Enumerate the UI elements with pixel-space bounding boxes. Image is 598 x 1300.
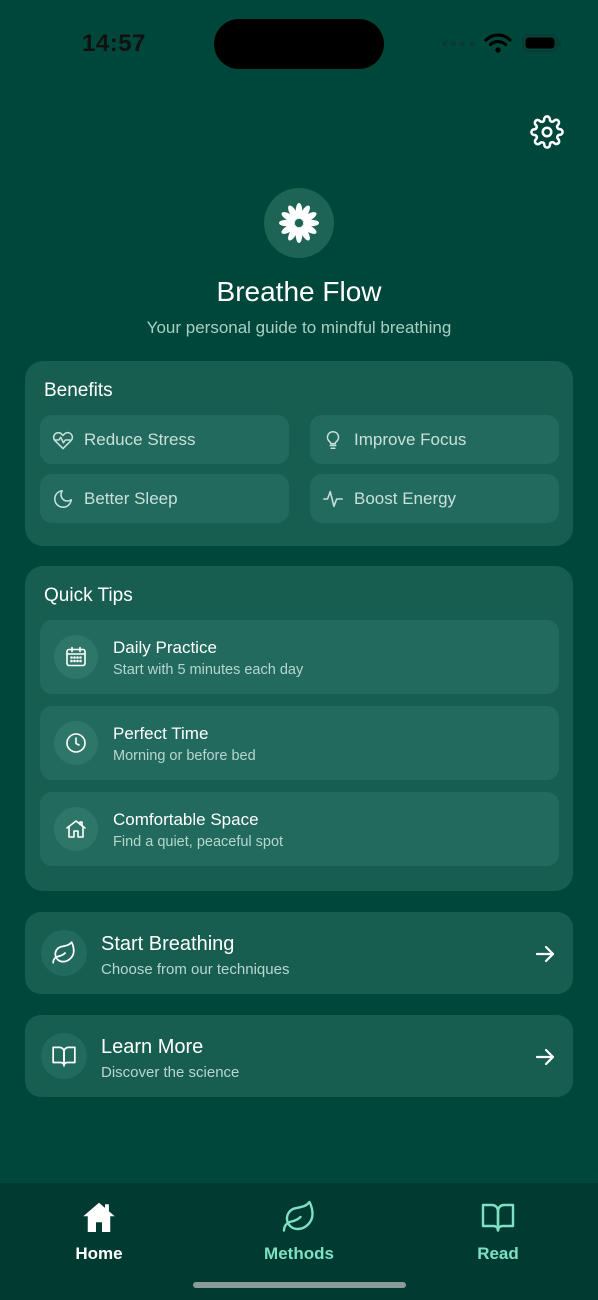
status-icons (442, 33, 562, 53)
tip-comfortable-space[interactable]: Comfortable Space Find a quiet, peaceful… (40, 792, 559, 866)
tip-icon-circle (54, 807, 98, 851)
benefit-label: Improve Focus (354, 429, 467, 449)
status-bar: 14:57 (0, 0, 598, 90)
leaf-icon (52, 941, 75, 964)
book-icon (52, 1046, 76, 1067)
moon-icon (54, 489, 73, 508)
learn-more-button[interactable]: Learn More Discover the science (25, 1015, 573, 1097)
clock-icon (66, 733, 86, 753)
leaf-icon (282, 1200, 314, 1232)
tip-icon-circle (54, 635, 98, 679)
dynamic-island (214, 19, 384, 69)
tip-perfect-time[interactable]: Perfect Time Morning or before bed (40, 706, 559, 780)
app-title: Breathe Flow (216, 276, 382, 307)
benefit-label: Better Sleep (84, 488, 178, 508)
benefit-better-sleep[interactable]: Better Sleep (40, 474, 289, 523)
app-logo (264, 188, 334, 258)
home-indicator (193, 1282, 406, 1288)
tip-title: Perfect Time (113, 724, 209, 743)
action-title: Start Breathing (101, 933, 235, 955)
sparkle-flower-icon (279, 203, 319, 243)
benefit-improve-focus[interactable]: Improve Focus (310, 415, 559, 464)
status-time: 14:57 (82, 30, 146, 57)
tip-title: Daily Practice (113, 638, 217, 657)
tab-label: Read (477, 1244, 519, 1263)
benefit-reduce-stress[interactable]: Reduce Stress (40, 415, 289, 464)
tab-methods[interactable]: Methods (229, 1191, 369, 1263)
tip-subtitle: Start with 5 minutes each day (113, 662, 304, 678)
tip-subtitle: Find a quiet, peaceful spot (113, 834, 284, 850)
tab-label: Home (75, 1244, 123, 1263)
arrow-right-icon (535, 945, 555, 963)
battery-icon (522, 34, 561, 52)
tip-icon-circle (54, 721, 98, 765)
heart-pulse-icon (52, 431, 74, 449)
quick-tips-title: Quick Tips (44, 585, 133, 606)
action-icon-circle (41, 1033, 87, 1079)
app-subtitle: Your personal guide to mindful breathing (146, 318, 452, 337)
tip-daily-practice[interactable]: Daily Practice Start with 5 minutes each… (40, 620, 559, 694)
quick-tips-card: Quick Tips Daily Practice Start with 5 m… (25, 566, 573, 891)
benefits-title: Benefits (44, 380, 113, 401)
tab-label: Methods (264, 1244, 334, 1263)
tab-home[interactable]: Home (29, 1191, 169, 1263)
action-subtitle: Discover the science (101, 1064, 240, 1081)
action-icon-circle (41, 930, 87, 976)
action-title: Learn More (101, 1036, 204, 1058)
wifi-icon (484, 33, 512, 53)
home-icon (83, 1202, 115, 1232)
start-breathing-button[interactable]: Start Breathing Choose from our techniqu… (25, 912, 573, 994)
calendar-icon (66, 646, 86, 667)
tip-title: Comfortable Space (113, 810, 259, 829)
tab-read[interactable]: Read (428, 1191, 568, 1263)
settings-button[interactable] (530, 115, 564, 149)
cellular-signal-icon (442, 40, 474, 46)
benefit-boost-energy[interactable]: Boost Energy (310, 474, 559, 523)
book-icon (481, 1203, 515, 1232)
gear-icon (530, 115, 564, 149)
benefit-label: Boost Energy (354, 488, 457, 508)
activity-icon (323, 490, 343, 507)
action-subtitle: Choose from our techniques (101, 961, 290, 978)
lightbulb-icon (326, 430, 340, 449)
arrow-right-icon (535, 1048, 555, 1066)
benefit-label: Reduce Stress (84, 429, 196, 449)
home-icon (66, 820, 86, 838)
tip-subtitle: Morning or before bed (113, 748, 256, 764)
benefits-card: Benefits Reduce Stress Improve Focus Bet… (25, 361, 573, 546)
